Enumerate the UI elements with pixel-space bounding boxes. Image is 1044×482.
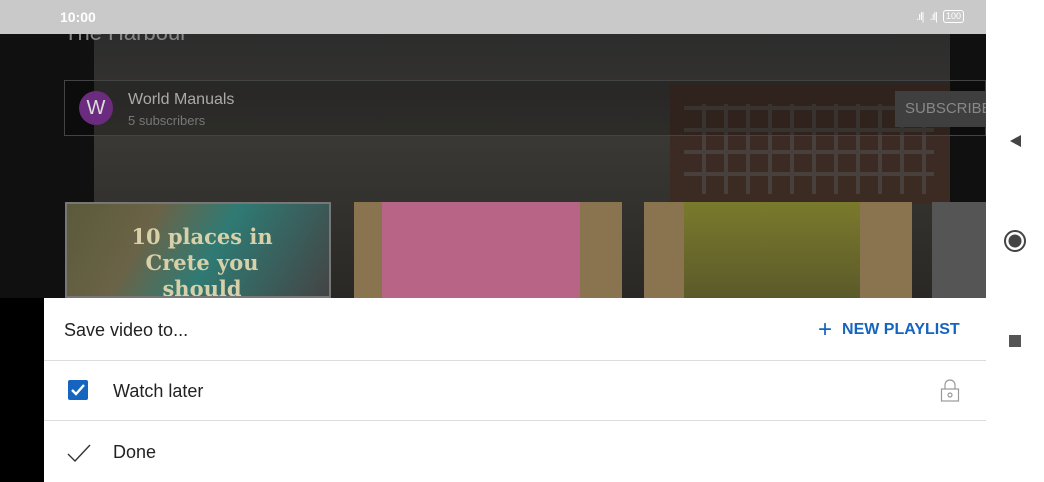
status-time: 10:00 (60, 9, 96, 25)
new-playlist-label: NEW PLAYLIST (842, 321, 960, 338)
new-playlist-button[interactable]: + NEW PLAYLIST (818, 316, 960, 344)
video-title: The Harbour (64, 34, 188, 46)
channel-name: World Manuals (128, 91, 235, 108)
recent-square-icon (1009, 335, 1021, 347)
dimmed-background[interactable]: The Harbour W World Manuals 5 subscriber… (0, 34, 986, 298)
watch-later-label: Watch later (113, 381, 204, 401)
navigation-bar (986, 0, 1044, 482)
thumbnail-painting (382, 202, 580, 298)
channel-subscribers: 5 subscribers (128, 113, 206, 128)
home-circle-icon (1004, 230, 1026, 252)
playlist-item-watch-later[interactable]: Watch later (44, 361, 986, 421)
nav-home-button[interactable] (1003, 229, 1027, 253)
check-icon (71, 384, 85, 396)
plus-icon: + (818, 316, 833, 343)
thumbnail-cherry-blossom (354, 202, 622, 298)
signal-icon-2: .ıl| (929, 10, 938, 23)
battery-icon: 100 (942, 10, 964, 23)
channel-avatar: W (79, 91, 113, 125)
thumbnail-text: 10 places in Crete you should (131, 224, 273, 298)
done-label: Done (113, 442, 157, 462)
thumbnail-painting-2 (684, 202, 860, 298)
status-icons: .ıl| .ıl| 100 (916, 10, 964, 23)
lock-icon (940, 379, 960, 402)
watch-later-checkbox[interactable] (68, 380, 88, 400)
checkmark-icon (67, 444, 91, 463)
save-video-sheet: Save video to... + NEW PLAYLIST Watch la… (44, 298, 986, 482)
done-button[interactable]: Done (44, 422, 986, 482)
sheet-header: Save video to... + NEW PLAYLIST (44, 298, 986, 361)
subscribe-button: SUBSCRIBE (895, 91, 986, 127)
signal-icon: .ıl| (916, 10, 924, 23)
status-bar: 10:00 .ıl| .ıl| 100 (0, 0, 986, 34)
back-triangle-icon (1010, 135, 1021, 147)
nav-back-button[interactable] (1003, 129, 1027, 153)
thumbnail-partial (932, 202, 986, 298)
thumbnail-crete: 10 places in Crete you should (65, 202, 331, 298)
sheet-title: Save video to... (64, 320, 189, 340)
nav-recent-button[interactable] (1003, 329, 1027, 353)
thumbnail-forest (644, 202, 912, 298)
channel-card: W World Manuals 5 subscribers SUBSCRIBE (64, 80, 986, 136)
